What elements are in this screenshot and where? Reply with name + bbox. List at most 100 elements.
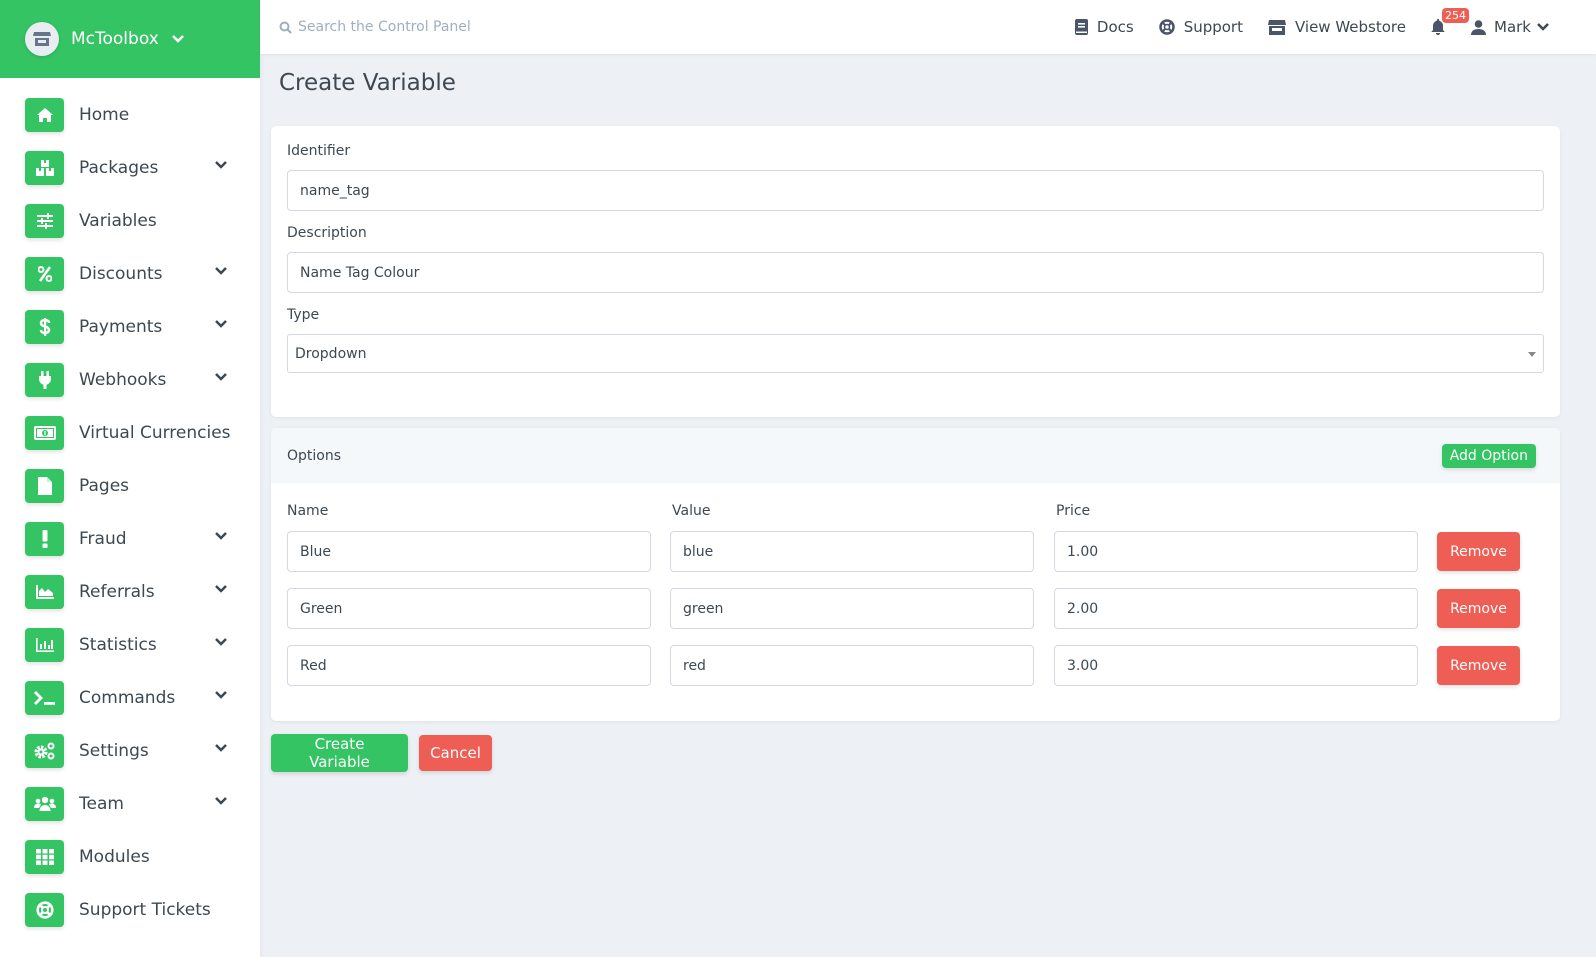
sidebar-item-commands[interactable]: Commands bbox=[0, 671, 260, 724]
identifier-label: Identifier bbox=[287, 143, 351, 159]
option-row: Remove bbox=[287, 531, 1547, 572]
type-select[interactable]: Dropdown bbox=[287, 334, 1544, 373]
column-header-value: Value bbox=[672, 503, 711, 519]
percent-icon bbox=[25, 256, 64, 291]
notifications-button[interactable]: 254 bbox=[1431, 8, 1469, 35]
view-webstore-label: View Webstore bbox=[1294, 18, 1406, 36]
sidebar-item-label: Pages bbox=[79, 475, 130, 496]
sidebar-item-webhooks[interactable]: Webhooks bbox=[0, 353, 260, 406]
plug-icon bbox=[25, 362, 64, 397]
search-bar bbox=[279, 19, 679, 35]
view-webstore-link[interactable]: View Webstore bbox=[1267, 18, 1406, 36]
option-name-input[interactable] bbox=[287, 588, 651, 629]
variable-details-card: Identifier Description Type Dropdown bbox=[271, 126, 1560, 417]
chevron-down-icon bbox=[171, 34, 185, 44]
option-price-input[interactable] bbox=[1054, 588, 1418, 629]
caret-down-icon bbox=[1528, 352, 1536, 357]
type-select-value: Dropdown bbox=[295, 345, 367, 362]
sidebar-item-label: Support Tickets bbox=[79, 899, 211, 920]
sidebar-item-label: Webhooks bbox=[79, 369, 167, 390]
sidebar-item-label: Discounts bbox=[79, 263, 163, 284]
store-logo-icon bbox=[25, 22, 59, 56]
docs-label: Docs bbox=[1096, 18, 1134, 36]
bar-chart-icon bbox=[25, 627, 64, 662]
option-value-input[interactable] bbox=[670, 588, 1034, 629]
type-label: Type bbox=[287, 307, 320, 323]
chevron-down-icon[interactable] bbox=[214, 160, 228, 170]
brand-switcher[interactable]: McToolbox bbox=[0, 0, 260, 78]
description-input[interactable] bbox=[287, 252, 1544, 293]
sidebar-item-settings[interactable]: Settings bbox=[0, 724, 260, 777]
add-option-button[interactable]: Add Option bbox=[1441, 444, 1536, 468]
options-card: Options Add Option Name Value Price Remo… bbox=[271, 428, 1560, 721]
sidebar-item-support-tickets[interactable]: Support Tickets bbox=[0, 883, 260, 936]
option-value-input[interactable] bbox=[670, 531, 1034, 572]
sidebar-item-modules[interactable]: Modules bbox=[0, 830, 260, 883]
sidebar-item-fraud[interactable]: Fraud bbox=[0, 512, 260, 565]
identifier-field-group: Identifier bbox=[287, 143, 1544, 211]
top-links: Docs Support View Webstore 254 Mark bbox=[1074, 0, 1596, 54]
chevron-down-icon[interactable] bbox=[214, 584, 228, 594]
remove-option-button[interactable]: Remove bbox=[1437, 646, 1520, 685]
identifier-input[interactable] bbox=[287, 170, 1544, 211]
page-title: Create Variable bbox=[279, 70, 456, 96]
sidebar-item-payments[interactable]: Payments bbox=[0, 300, 260, 353]
sidebar-item-pages[interactable]: Pages bbox=[0, 459, 260, 512]
money-bill-icon bbox=[25, 415, 64, 450]
brand-name: McToolbox bbox=[71, 29, 159, 49]
create-variable-button[interactable]: Create Variable bbox=[271, 734, 408, 772]
chevron-down-icon[interactable] bbox=[214, 531, 228, 541]
notification-count-badge: 254 bbox=[1442, 8, 1469, 23]
remove-option-button[interactable]: Remove bbox=[1437, 532, 1520, 571]
sidebar-item-label: Home bbox=[79, 104, 130, 125]
store-icon bbox=[1267, 19, 1286, 35]
user-name: Mark bbox=[1494, 18, 1531, 36]
user-menu[interactable]: Mark bbox=[1471, 18, 1550, 36]
option-name-input[interactable] bbox=[287, 645, 651, 686]
chevron-down-icon[interactable] bbox=[214, 796, 228, 806]
option-price-input[interactable] bbox=[1054, 531, 1418, 572]
sidebar-item-discounts[interactable]: Discounts bbox=[0, 247, 260, 300]
sidebar-item-label: Packages bbox=[79, 157, 159, 178]
sidebar-item-label: Payments bbox=[79, 316, 163, 337]
option-value-input[interactable] bbox=[670, 645, 1034, 686]
sidebar-item-label: Commands bbox=[79, 687, 176, 708]
sidebar-item-label: Modules bbox=[79, 846, 150, 867]
grid-icon bbox=[25, 839, 64, 874]
book-icon bbox=[1074, 19, 1088, 35]
chevron-down-icon[interactable] bbox=[214, 319, 228, 329]
options-header: Options Add Option bbox=[271, 428, 1560, 483]
sidebar-item-home[interactable]: Home bbox=[0, 88, 260, 141]
option-row: Remove bbox=[287, 645, 1547, 686]
sidebar-item-virtual-currencies[interactable]: Virtual Currencies bbox=[0, 406, 260, 459]
sidebar-item-label: Virtual Currencies bbox=[79, 422, 231, 443]
chevron-down-icon[interactable] bbox=[214, 743, 228, 753]
area-chart-icon bbox=[25, 574, 64, 609]
sidebar-item-referrals[interactable]: Referrals bbox=[0, 565, 260, 618]
docs-link[interactable]: Docs bbox=[1074, 18, 1134, 36]
remove-option-button[interactable]: Remove bbox=[1437, 589, 1520, 628]
cancel-button[interactable]: Cancel bbox=[419, 735, 492, 771]
sidebar-item-label: Fraud bbox=[79, 528, 127, 549]
sidebar-item-statistics[interactable]: Statistics bbox=[0, 618, 260, 671]
sidebar-item-team[interactable]: Team bbox=[0, 777, 260, 830]
option-price-input[interactable] bbox=[1054, 645, 1418, 686]
dollar-icon bbox=[25, 309, 64, 344]
life-ring-icon bbox=[25, 892, 64, 927]
sidebar-item-variables[interactable]: Variables bbox=[0, 194, 260, 247]
search-input[interactable] bbox=[298, 19, 658, 35]
chevron-down-icon[interactable] bbox=[214, 637, 228, 647]
file-icon bbox=[25, 468, 64, 503]
sidebar-item-label: Variables bbox=[79, 210, 157, 231]
support-link[interactable]: Support bbox=[1158, 18, 1243, 36]
terminal-icon bbox=[25, 680, 64, 715]
column-header-name: Name bbox=[287, 503, 329, 519]
option-row: Remove bbox=[287, 588, 1547, 629]
chevron-down-icon[interactable] bbox=[214, 690, 228, 700]
user-icon bbox=[1471, 19, 1486, 35]
chevron-down-icon[interactable] bbox=[214, 266, 228, 276]
cogs-icon bbox=[25, 733, 64, 768]
sidebar-item-packages[interactable]: Packages bbox=[0, 141, 260, 194]
chevron-down-icon[interactable] bbox=[214, 372, 228, 382]
option-name-input[interactable] bbox=[287, 531, 651, 572]
